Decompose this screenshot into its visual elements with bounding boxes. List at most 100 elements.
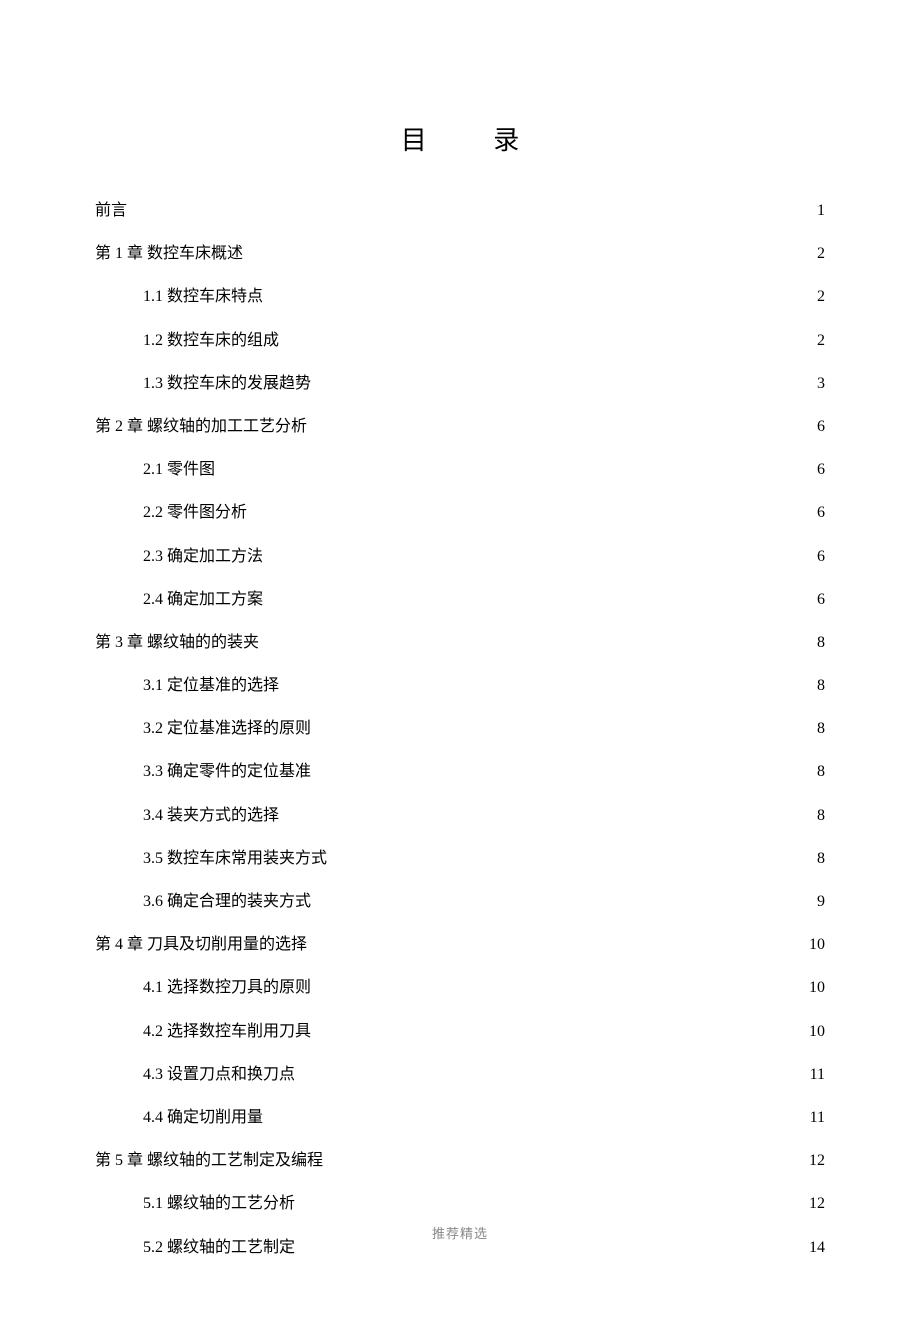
toc-leader-dots bbox=[311, 1020, 807, 1036]
toc-entry: 3.6 确定合理的装夹方式 9 bbox=[95, 880, 825, 923]
toc-leader-dots bbox=[263, 588, 815, 604]
toc-entry: 1.1 数控车床特点 2 bbox=[95, 275, 825, 318]
toc-label: 前言 bbox=[95, 189, 127, 232]
toc-leader-dots bbox=[243, 242, 815, 258]
toc-page-number: 6 bbox=[815, 535, 825, 578]
toc-label: 第 3 章 螺纹轴的的装夹 bbox=[95, 621, 259, 664]
toc-label: 3.6 确定合理的装夹方式 bbox=[143, 880, 311, 923]
toc-label: 第 5 章 螺纹轴的工艺制定及编程 bbox=[95, 1139, 323, 1182]
toc-page-number: 8 bbox=[815, 750, 825, 793]
toc-entry: 4.4 确定切削用量 11 bbox=[95, 1096, 825, 1139]
toc-leader-dots bbox=[279, 804, 815, 820]
toc-leader-dots bbox=[311, 372, 815, 388]
toc-label: 1.2 数控车床的组成 bbox=[143, 319, 279, 362]
toc-label: 3.2 定位基准选择的原则 bbox=[143, 707, 311, 750]
toc-entry: 2.3 确定加工方法 6 bbox=[95, 535, 825, 578]
toc-entry: 4.2 选择数控车削用刀具 10 bbox=[95, 1010, 825, 1053]
toc-entry: 2.4 确定加工方案 6 bbox=[95, 578, 825, 621]
toc-page-number: 8 bbox=[815, 621, 825, 664]
toc-label: 4.3 设置刀点和换刀点 bbox=[143, 1053, 295, 1096]
toc-page-number: 8 bbox=[815, 664, 825, 707]
toc-leader-dots bbox=[323, 1149, 807, 1165]
toc-page-number: 8 bbox=[815, 707, 825, 750]
toc-entry: 3.5 数控车床常用装夹方式 8 bbox=[95, 837, 825, 880]
toc-label: 4.1 选择数控刀具的原则 bbox=[143, 966, 311, 1009]
toc-leader-dots bbox=[259, 631, 815, 647]
toc-label: 3.1 定位基准的选择 bbox=[143, 664, 279, 707]
toc-page-number: 6 bbox=[815, 405, 825, 448]
toc-container: 前言1第 1 章 数控车床概述21.1 数控车床特点21.2 数控车床的组成21… bbox=[95, 189, 825, 1269]
toc-label: 3.5 数控车床常用装夹方式 bbox=[143, 837, 327, 880]
toc-leader-dots bbox=[295, 1192, 807, 1208]
toc-leader-dots bbox=[247, 501, 815, 517]
toc-label: 4.2 选择数控车削用刀具 bbox=[143, 1010, 311, 1053]
toc-entry: 第 1 章 数控车床概述 2 bbox=[95, 232, 825, 275]
toc-page-number: 2 bbox=[815, 275, 825, 318]
toc-page-number: 12 bbox=[807, 1139, 825, 1182]
toc-title: 目 录 bbox=[95, 120, 825, 157]
toc-page-number: 6 bbox=[815, 448, 825, 491]
toc-leader-dots bbox=[263, 545, 815, 561]
toc-label: 第 4 章 刀具及切削用量的选择 bbox=[95, 923, 307, 966]
toc-entry: 2.2 零件图分析 6 bbox=[95, 491, 825, 534]
toc-leader-dots bbox=[327, 847, 815, 863]
toc-page-number: 1 bbox=[815, 189, 825, 232]
toc-leader-dots bbox=[311, 976, 807, 992]
toc-page-number: 11 bbox=[808, 1096, 825, 1139]
toc-leader-dots bbox=[295, 1063, 808, 1079]
toc-entry: 3.3 确定零件的定位基准 8 bbox=[95, 750, 825, 793]
toc-entry: 第 2 章 螺纹轴的加工工艺分析 6 bbox=[95, 405, 825, 448]
toc-page-number: 2 bbox=[815, 232, 825, 275]
toc-page-number: 8 bbox=[815, 794, 825, 837]
toc-label: 3.3 确定零件的定位基准 bbox=[143, 750, 311, 793]
toc-page-number: 11 bbox=[808, 1053, 825, 1096]
toc-page-number: 10 bbox=[807, 923, 825, 966]
toc-entry: 3.1 定位基准的选择 8 bbox=[95, 664, 825, 707]
toc-label: 第 2 章 螺纹轴的加工工艺分析 bbox=[95, 405, 307, 448]
toc-label: 2.2 零件图分析 bbox=[143, 491, 247, 534]
toc-label: 1.3 数控车床的发展趋势 bbox=[143, 362, 311, 405]
toc-entry: 4.3 设置刀点和换刀点 11 bbox=[95, 1053, 825, 1096]
toc-entry: 1.2 数控车床的组成 2 bbox=[95, 319, 825, 362]
toc-label: 2.3 确定加工方法 bbox=[143, 535, 263, 578]
toc-entry: 第 4 章 刀具及切削用量的选择 10 bbox=[95, 923, 825, 966]
toc-entry: 3.4 装夹方式的选择 8 bbox=[95, 794, 825, 837]
toc-page-number: 9 bbox=[815, 880, 825, 923]
toc-entry: 4.1 选择数控刀具的原则 10 bbox=[95, 966, 825, 1009]
toc-label: 2.4 确定加工方案 bbox=[143, 578, 263, 621]
toc-entry: 前言 1 bbox=[95, 189, 825, 232]
toc-label: 4.4 确定切削用量 bbox=[143, 1096, 263, 1139]
toc-entry: 第 5 章 螺纹轴的工艺制定及编程 12 bbox=[95, 1139, 825, 1182]
toc-page-number: 3 bbox=[815, 362, 825, 405]
toc-leader-dots bbox=[311, 717, 815, 733]
toc-page-number: 8 bbox=[815, 837, 825, 880]
page-footer: 推荐精选 bbox=[0, 1223, 920, 1242]
toc-leader-dots bbox=[263, 285, 815, 301]
toc-entry: 2.1 零件图 6 bbox=[95, 448, 825, 491]
toc-leader-dots bbox=[279, 329, 815, 345]
toc-label: 2.1 零件图 bbox=[143, 448, 215, 491]
toc-label: 5.1 螺纹轴的工艺分析 bbox=[143, 1182, 295, 1225]
toc-page-number: 12 bbox=[807, 1182, 825, 1225]
toc-entry: 5.1 螺纹轴的工艺分析 12 bbox=[95, 1182, 825, 1225]
toc-leader-dots bbox=[307, 933, 807, 949]
toc-page-number: 10 bbox=[807, 966, 825, 1009]
toc-leader-dots bbox=[263, 1106, 808, 1122]
toc-leader-dots bbox=[215, 458, 815, 474]
toc-leader-dots bbox=[311, 890, 815, 906]
toc-entry: 第 3 章 螺纹轴的的装夹 8 bbox=[95, 621, 825, 664]
toc-entry: 1.3 数控车床的发展趋势 3 bbox=[95, 362, 825, 405]
toc-leader-dots bbox=[127, 199, 815, 215]
toc-leader-dots bbox=[311, 760, 815, 776]
toc-leader-dots bbox=[279, 674, 815, 690]
toc-entry: 3.2 定位基准选择的原则 8 bbox=[95, 707, 825, 750]
toc-page-number: 10 bbox=[807, 1010, 825, 1053]
toc-page-number: 6 bbox=[815, 578, 825, 621]
toc-page-number: 2 bbox=[815, 319, 825, 362]
document-page: 目 录 前言1第 1 章 数控车床概述21.1 数控车床特点21.2 数控车床的… bbox=[0, 0, 920, 1329]
toc-label: 第 1 章 数控车床概述 bbox=[95, 232, 243, 275]
toc-page-number: 6 bbox=[815, 491, 825, 534]
toc-leader-dots bbox=[307, 415, 815, 431]
toc-label: 1.1 数控车床特点 bbox=[143, 275, 263, 318]
toc-label: 3.4 装夹方式的选择 bbox=[143, 794, 279, 837]
